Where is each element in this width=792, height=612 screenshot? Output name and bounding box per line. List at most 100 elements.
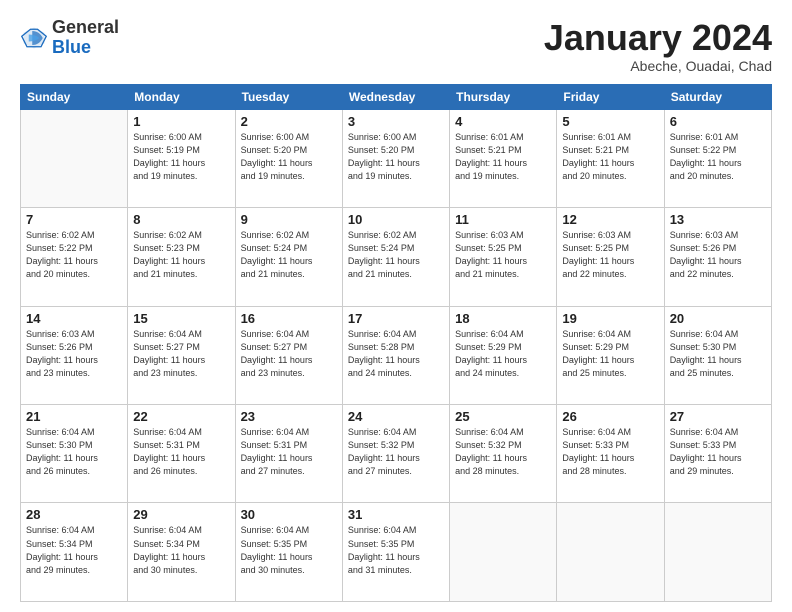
- calendar-cell: 26 Sunrise: 6:04 AM Sunset: 5:33 PM Dayli…: [557, 405, 664, 503]
- day-number: 29: [133, 507, 229, 522]
- logo-text: General Blue: [52, 18, 119, 58]
- header: General Blue January 2024 Abeche, Ouadai…: [20, 18, 772, 74]
- calendar-cell: 13Sunrise: 6:03 AM Sunset: 5:26 PM Dayli…: [664, 208, 771, 306]
- weekday-header-wednesday: Wednesday: [342, 84, 449, 109]
- calendar-cell: 23Sunrise: 6:04 AM Sunset: 5:31 PM Dayli…: [235, 405, 342, 503]
- calendar-cell: [557, 503, 664, 602]
- logo-general: General: [52, 17, 119, 37]
- day-info: Sunrise: 6:03 AM Sunset: 5:26 PM Dayligh…: [26, 328, 122, 380]
- weekday-header-friday: Friday: [557, 84, 664, 109]
- calendar-cell: 19Sunrise: 6:04 AM Sunset: 5:29 PM Dayli…: [557, 306, 664, 404]
- day-number: 30: [241, 507, 337, 522]
- weekday-header-row: SundayMondayTuesdayWednesdayThursdayFrid…: [21, 84, 772, 109]
- calendar-cell: 3Sunrise: 6:00 AM Sunset: 5:20 PM Daylig…: [342, 109, 449, 207]
- calendar-cell: 9 Sunrise: 6:02 AM Sunset: 5:24 PM Daylig…: [235, 208, 342, 306]
- calendar-cell: 5 Sunrise: 6:01 AM Sunset: 5:21 PM Daylig…: [557, 109, 664, 207]
- day-number: 4: [455, 114, 551, 129]
- weekday-header-saturday: Saturday: [664, 84, 771, 109]
- calendar-subtitle: Abeche, Ouadai, Chad: [544, 58, 772, 74]
- day-info: Sunrise: 6:02 AM Sunset: 5:22 PM Dayligh…: [26, 229, 122, 281]
- day-number: 2: [241, 114, 337, 129]
- day-number: 18: [455, 311, 551, 326]
- day-info: Sunrise: 6:03 AM Sunset: 5:25 PM Dayligh…: [455, 229, 551, 281]
- day-info: Sunrise: 6:00 AM Sunset: 5:20 PM Dayligh…: [348, 131, 444, 183]
- day-info: Sunrise: 6:01 AM Sunset: 5:21 PM Dayligh…: [562, 131, 658, 183]
- logo-icon: [20, 24, 48, 52]
- calendar-cell: 20 Sunrise: 6:04 AM Sunset: 5:30 PM Dayli…: [664, 306, 771, 404]
- day-number: 22: [133, 409, 229, 424]
- day-info: Sunrise: 6:04 AM Sunset: 5:35 PM Dayligh…: [241, 524, 337, 576]
- calendar-cell: 11Sunrise: 6:03 AM Sunset: 5:25 PM Dayli…: [450, 208, 557, 306]
- day-info: Sunrise: 6:04 AM Sunset: 5:30 PM Dayligh…: [670, 328, 766, 380]
- calendar-cell: 7 Sunrise: 6:02 AM Sunset: 5:22 PM Daylig…: [21, 208, 128, 306]
- weekday-header-monday: Monday: [128, 84, 235, 109]
- day-info: Sunrise: 6:04 AM Sunset: 5:28 PM Dayligh…: [348, 328, 444, 380]
- calendar-title: January 2024: [544, 18, 772, 58]
- weekday-header-sunday: Sunday: [21, 84, 128, 109]
- day-number: 20: [670, 311, 766, 326]
- calendar-cell: 24Sunrise: 6:04 AM Sunset: 5:32 PM Dayli…: [342, 405, 449, 503]
- calendar-body: 1Sunrise: 6:00 AM Sunset: 5:19 PM Daylig…: [21, 109, 772, 601]
- day-number: 26: [562, 409, 658, 424]
- day-number: 19: [562, 311, 658, 326]
- week-row-5: 28Sunrise: 6:04 AM Sunset: 5:34 PM Dayli…: [21, 503, 772, 602]
- calendar-cell: 6 Sunrise: 6:01 AM Sunset: 5:22 PM Daylig…: [664, 109, 771, 207]
- calendar-cell: 27 Sunrise: 6:04 AM Sunset: 5:33 PM Dayli…: [664, 405, 771, 503]
- calendar-cell: 21 Sunrise: 6:04 AM Sunset: 5:30 PM Dayli…: [21, 405, 128, 503]
- day-number: 10: [348, 212, 444, 227]
- calendar-cell: 16Sunrise: 6:04 AM Sunset: 5:27 PM Dayli…: [235, 306, 342, 404]
- logo: General Blue: [20, 18, 119, 58]
- week-row-4: 21 Sunrise: 6:04 AM Sunset: 5:30 PM Dayli…: [21, 405, 772, 503]
- calendar-cell: 29 Sunrise: 6:04 AM Sunset: 5:34 PM Dayli…: [128, 503, 235, 602]
- calendar-cell: 31Sunrise: 6:04 AM Sunset: 5:35 PM Dayli…: [342, 503, 449, 602]
- day-info: Sunrise: 6:00 AM Sunset: 5:20 PM Dayligh…: [241, 131, 337, 183]
- calendar-page: General Blue January 2024 Abeche, Ouadai…: [0, 0, 792, 612]
- calendar-cell: 8 Sunrise: 6:02 AM Sunset: 5:23 PM Daylig…: [128, 208, 235, 306]
- day-info: Sunrise: 6:04 AM Sunset: 5:31 PM Dayligh…: [133, 426, 229, 478]
- day-info: Sunrise: 6:02 AM Sunset: 5:24 PM Dayligh…: [348, 229, 444, 281]
- calendar-cell: [664, 503, 771, 602]
- title-block: January 2024 Abeche, Ouadai, Chad: [544, 18, 772, 74]
- day-number: 9: [241, 212, 337, 227]
- day-number: 14: [26, 311, 122, 326]
- day-info: Sunrise: 6:04 AM Sunset: 5:27 PM Dayligh…: [241, 328, 337, 380]
- day-number: 31: [348, 507, 444, 522]
- day-info: Sunrise: 6:04 AM Sunset: 5:32 PM Dayligh…: [455, 426, 551, 478]
- calendar-cell: 18 Sunrise: 6:04 AM Sunset: 5:29 PM Dayli…: [450, 306, 557, 404]
- day-info: Sunrise: 6:04 AM Sunset: 5:33 PM Dayligh…: [670, 426, 766, 478]
- calendar-cell: 10 Sunrise: 6:02 AM Sunset: 5:24 PM Dayli…: [342, 208, 449, 306]
- day-number: 5: [562, 114, 658, 129]
- day-number: 27: [670, 409, 766, 424]
- calendar-table: SundayMondayTuesdayWednesdayThursdayFrid…: [20, 84, 772, 602]
- week-row-2: 7 Sunrise: 6:02 AM Sunset: 5:22 PM Daylig…: [21, 208, 772, 306]
- calendar-cell: 2 Sunrise: 6:00 AM Sunset: 5:20 PM Daylig…: [235, 109, 342, 207]
- day-number: 15: [133, 311, 229, 326]
- day-number: 23: [241, 409, 337, 424]
- day-number: 8: [133, 212, 229, 227]
- day-info: Sunrise: 6:03 AM Sunset: 5:25 PM Dayligh…: [562, 229, 658, 281]
- day-number: 1: [133, 114, 229, 129]
- day-info: Sunrise: 6:04 AM Sunset: 5:29 PM Dayligh…: [455, 328, 551, 380]
- weekday-header-thursday: Thursday: [450, 84, 557, 109]
- calendar-cell: 1Sunrise: 6:00 AM Sunset: 5:19 PM Daylig…: [128, 109, 235, 207]
- calendar-cell: 4 Sunrise: 6:01 AM Sunset: 5:21 PM Daylig…: [450, 109, 557, 207]
- day-number: 21: [26, 409, 122, 424]
- day-number: 13: [670, 212, 766, 227]
- day-number: 7: [26, 212, 122, 227]
- day-number: 24: [348, 409, 444, 424]
- day-info: Sunrise: 6:01 AM Sunset: 5:21 PM Dayligh…: [455, 131, 551, 183]
- day-info: Sunrise: 6:02 AM Sunset: 5:23 PM Dayligh…: [133, 229, 229, 281]
- logo-blue: Blue: [52, 37, 91, 57]
- calendar-cell: [21, 109, 128, 207]
- day-number: 6: [670, 114, 766, 129]
- day-info: Sunrise: 6:04 AM Sunset: 5:30 PM Dayligh…: [26, 426, 122, 478]
- day-info: Sunrise: 6:04 AM Sunset: 5:27 PM Dayligh…: [133, 328, 229, 380]
- day-info: Sunrise: 6:04 AM Sunset: 5:34 PM Dayligh…: [133, 524, 229, 576]
- week-row-3: 14 Sunrise: 6:03 AM Sunset: 5:26 PM Dayli…: [21, 306, 772, 404]
- day-info: Sunrise: 6:04 AM Sunset: 5:33 PM Dayligh…: [562, 426, 658, 478]
- calendar-cell: 15 Sunrise: 6:04 AM Sunset: 5:27 PM Dayli…: [128, 306, 235, 404]
- day-info: Sunrise: 6:02 AM Sunset: 5:24 PM Dayligh…: [241, 229, 337, 281]
- day-info: Sunrise: 6:01 AM Sunset: 5:22 PM Dayligh…: [670, 131, 766, 183]
- day-number: 12: [562, 212, 658, 227]
- calendar-cell: 30 Sunrise: 6:04 AM Sunset: 5:35 PM Dayli…: [235, 503, 342, 602]
